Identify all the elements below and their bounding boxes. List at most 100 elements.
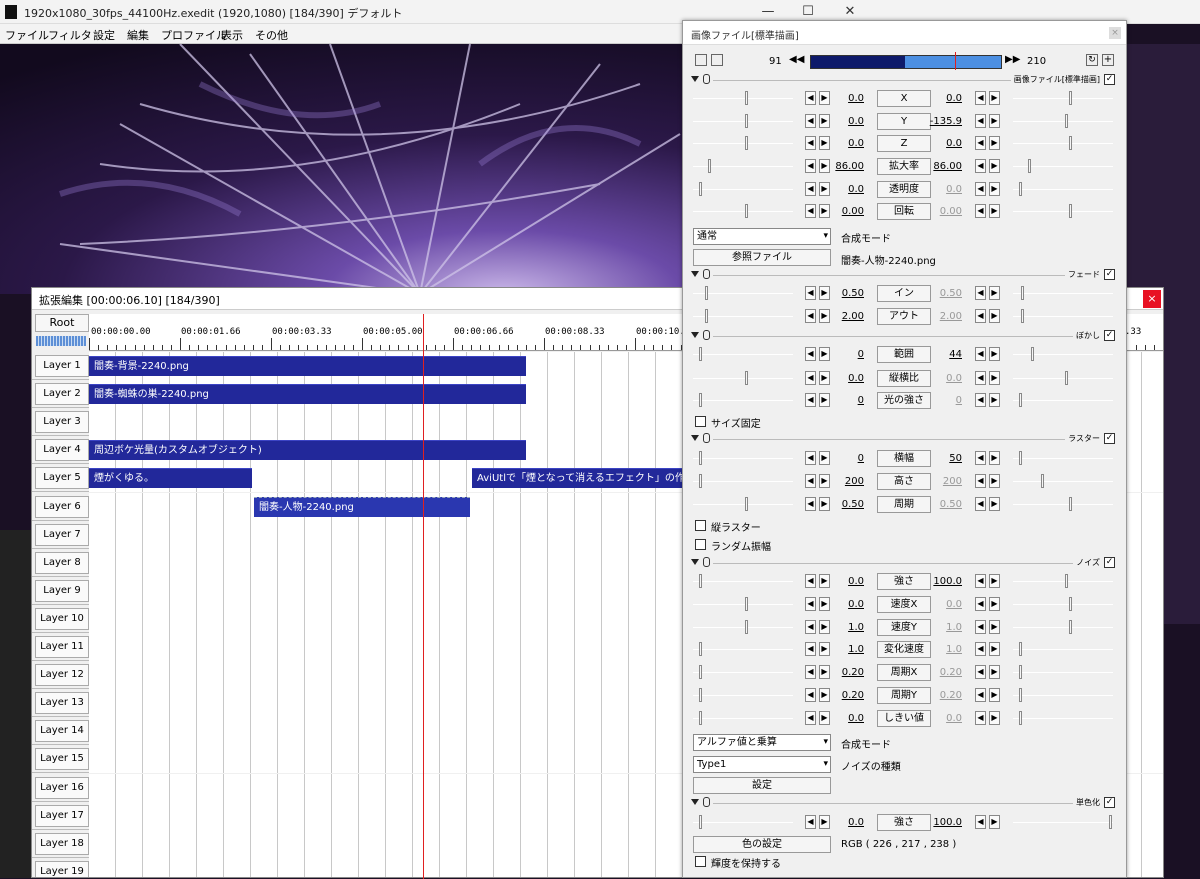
start-value[interactable]: 0 xyxy=(826,453,864,464)
left-decrement-arrow[interactable]: ◀ xyxy=(805,474,816,488)
right-increment-arrow[interactable]: ▶ xyxy=(989,393,1000,407)
zoom-bar[interactable] xyxy=(36,336,86,346)
right-slider-track[interactable] xyxy=(1013,672,1113,673)
timeline-clip[interactable]: 闇奏-人物-2240.png xyxy=(254,497,470,517)
left-slider-track[interactable] xyxy=(693,627,793,628)
end-value[interactable]: 44 xyxy=(924,349,962,360)
right-decrement-arrow[interactable]: ◀ xyxy=(975,114,986,128)
right-decrement-arrow[interactable]: ◀ xyxy=(975,91,986,105)
left-slider-thumb[interactable] xyxy=(705,309,708,323)
layer-name[interactable]: Layer 7 xyxy=(35,524,89,546)
left-decrement-arrow[interactable]: ◀ xyxy=(805,665,816,679)
left-decrement-arrow[interactable]: ◀ xyxy=(805,309,816,323)
end-value[interactable]: 2.00 xyxy=(924,311,962,322)
right-slider-thumb[interactable] xyxy=(1069,597,1072,611)
layer-name[interactable]: Layer 16 xyxy=(35,777,89,799)
end-value[interactable]: 0.50 xyxy=(924,288,962,299)
right-slider-track[interactable] xyxy=(1013,121,1113,122)
right-slider-thumb[interactable] xyxy=(1019,182,1022,196)
panel-close-button[interactable]: × xyxy=(1109,27,1121,39)
param-button-light[interactable]: 光の強さ xyxy=(877,392,931,409)
start-value[interactable]: 0 xyxy=(826,395,864,406)
left-slider-track[interactable] xyxy=(693,378,793,379)
timeline-clip[interactable]: 闇奏-背景-2240.png xyxy=(89,356,526,376)
collapse-icon[interactable] xyxy=(691,271,699,277)
noise-settings-button[interactable]: 設定 xyxy=(693,777,831,794)
left-decrement-arrow[interactable]: ◀ xyxy=(805,159,816,173)
left-slider-track[interactable] xyxy=(693,604,793,605)
timeline-close-button[interactable]: × xyxy=(1143,290,1161,308)
color-settings-button[interactable]: 色の設定 xyxy=(693,836,831,853)
menu-edit[interactable]: 編集 xyxy=(127,27,149,43)
left-slider-thumb[interactable] xyxy=(745,620,748,634)
param-button-alpha[interactable]: 透明度 xyxy=(877,181,931,198)
left-slider-thumb[interactable] xyxy=(699,574,702,588)
right-decrement-arrow[interactable]: ◀ xyxy=(975,620,986,634)
start-value[interactable]: 0.50 xyxy=(826,499,864,510)
right-slider-thumb[interactable] xyxy=(1069,497,1072,511)
right-slider-thumb[interactable] xyxy=(1041,474,1044,488)
section-enable-checkbox[interactable]: ✓ xyxy=(1104,797,1115,808)
right-increment-arrow[interactable]: ▶ xyxy=(989,371,1000,385)
right-slider-track[interactable] xyxy=(1013,378,1113,379)
reference-file-button[interactable]: 参照ファイル xyxy=(693,249,831,266)
right-decrement-arrow[interactable]: ◀ xyxy=(975,159,986,173)
right-decrement-arrow[interactable]: ◀ xyxy=(975,393,986,407)
right-increment-arrow[interactable]: ▶ xyxy=(989,620,1000,634)
right-slider-track[interactable] xyxy=(1013,695,1113,696)
left-slider-thumb[interactable] xyxy=(745,114,748,128)
menu-profile[interactable]: プロファイル xyxy=(161,27,227,43)
right-decrement-arrow[interactable]: ◀ xyxy=(975,688,986,702)
param-button-rot[interactable]: 回転 xyxy=(877,203,931,220)
left-slider-thumb[interactable] xyxy=(708,159,711,173)
param-button-scale[interactable]: 拡大率 xyxy=(877,158,931,175)
layer-name[interactable]: Layer 2 xyxy=(35,383,89,405)
right-increment-arrow[interactable]: ▶ xyxy=(989,347,1000,361)
right-slider-track[interactable] xyxy=(1013,649,1113,650)
section-enable-checkbox[interactable]: ✓ xyxy=(1104,433,1115,444)
layer-name[interactable]: Layer 15 xyxy=(35,748,89,770)
right-slider-thumb[interactable] xyxy=(1019,688,1022,702)
add-filter-icon[interactable]: + xyxy=(1102,54,1114,66)
menu-settings[interactable]: 設定 xyxy=(93,27,115,43)
param-button-vchg[interactable]: 変化速度 xyxy=(877,641,931,658)
right-increment-arrow[interactable]: ▶ xyxy=(989,182,1000,196)
left-decrement-arrow[interactable]: ◀ xyxy=(805,286,816,300)
end-value[interactable]: 0.20 xyxy=(924,667,962,678)
right-slider-thumb[interactable] xyxy=(1069,204,1072,218)
start-value[interactable]: 0.50 xyxy=(826,288,864,299)
layer-name[interactable]: Layer 13 xyxy=(35,692,89,714)
left-slider-track[interactable] xyxy=(693,822,793,823)
left-slider-track[interactable] xyxy=(693,672,793,673)
noise-blend-dropdown[interactable]: アルファ値と乗算 xyxy=(693,734,831,751)
right-decrement-arrow[interactable]: ◀ xyxy=(975,347,986,361)
right-slider-track[interactable] xyxy=(1013,581,1113,582)
menu-other[interactable]: その他 xyxy=(255,27,288,43)
left-slider-thumb[interactable] xyxy=(699,642,702,656)
right-increment-arrow[interactable]: ▶ xyxy=(989,286,1000,300)
left-decrement-arrow[interactable]: ◀ xyxy=(805,574,816,588)
left-slider-thumb[interactable] xyxy=(745,371,748,385)
right-slider-track[interactable] xyxy=(1013,143,1113,144)
end-value[interactable]: 0.0 xyxy=(924,138,962,149)
right-increment-arrow[interactable]: ▶ xyxy=(989,688,1000,702)
start-value[interactable]: 0.0 xyxy=(826,817,864,828)
end-value[interactable]: 0 xyxy=(924,395,962,406)
menu-filter[interactable]: フィルタ xyxy=(48,27,92,43)
left-slider-thumb[interactable] xyxy=(699,393,702,407)
param-button-width[interactable]: 横幅 xyxy=(877,450,931,467)
left-slider-thumb[interactable] xyxy=(699,347,702,361)
section-enable-checkbox[interactable]: ✓ xyxy=(1104,74,1115,85)
param-button-range[interactable]: 範囲 xyxy=(877,346,931,363)
section-enable-checkbox[interactable]: ✓ xyxy=(1104,557,1115,568)
left-decrement-arrow[interactable]: ◀ xyxy=(805,371,816,385)
end-value[interactable]: 100.0 xyxy=(924,576,962,587)
right-decrement-arrow[interactable]: ◀ xyxy=(975,642,986,656)
layer-name[interactable]: Layer 12 xyxy=(35,664,89,686)
right-decrement-arrow[interactable]: ◀ xyxy=(975,182,986,196)
left-slider-thumb[interactable] xyxy=(745,597,748,611)
right-slider-thumb[interactable] xyxy=(1065,114,1068,128)
right-slider-track[interactable] xyxy=(1013,354,1113,355)
end-value[interactable]: 0.0 xyxy=(924,599,962,610)
collapse-icon[interactable] xyxy=(691,76,699,82)
